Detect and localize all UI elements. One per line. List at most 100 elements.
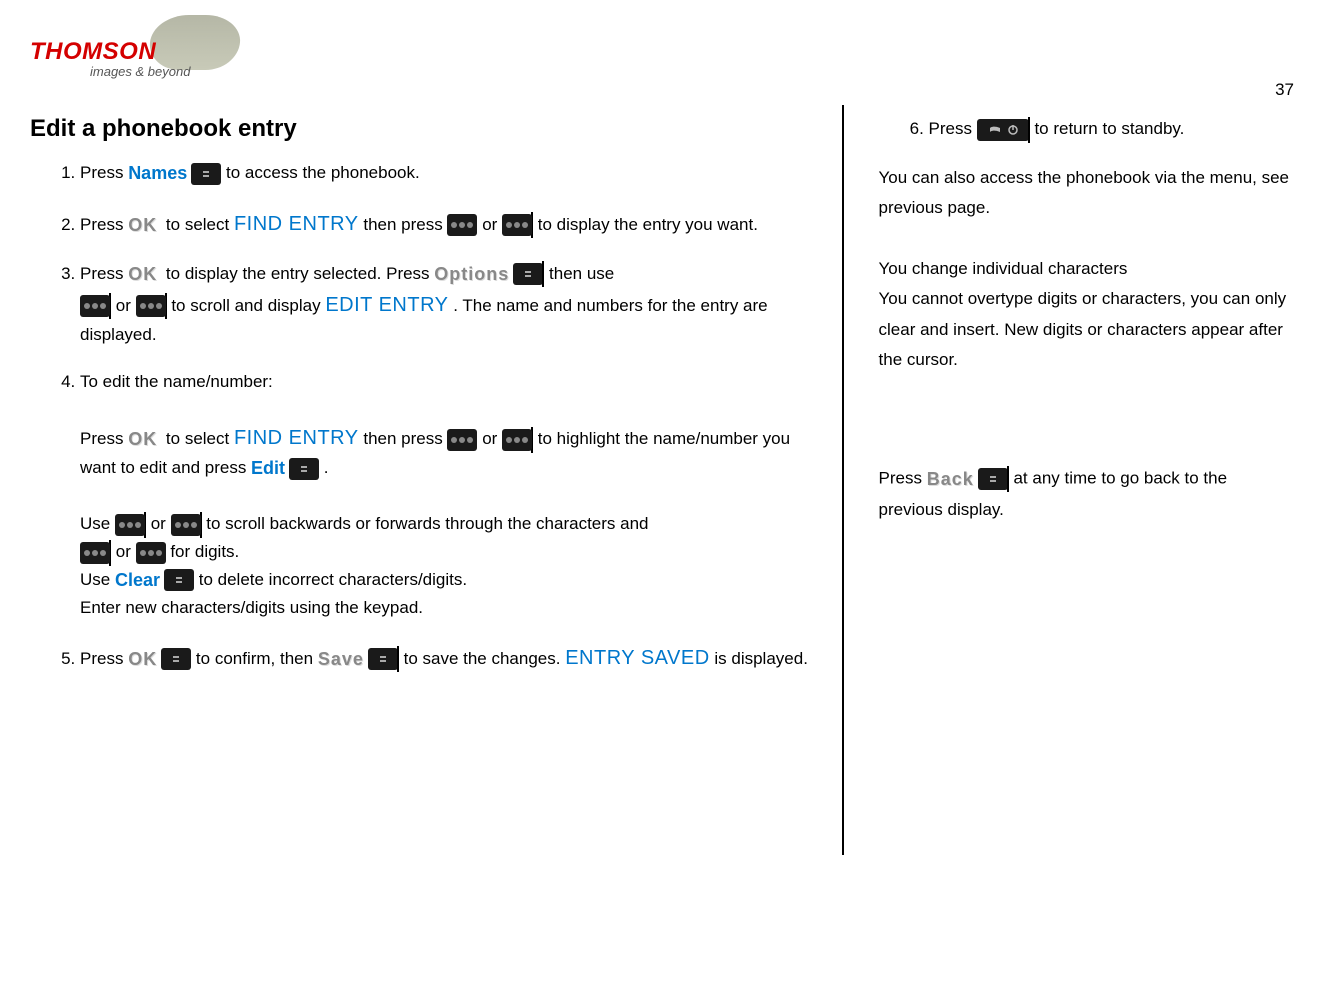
softkey-icon bbox=[191, 163, 221, 185]
down-key-icon bbox=[502, 214, 532, 236]
step-text: to select bbox=[166, 429, 234, 448]
step-text: to scroll and display bbox=[171, 296, 325, 315]
step-text: then press bbox=[363, 215, 447, 234]
step-4: To edit the name/number: Press OK to sel… bbox=[80, 368, 812, 622]
step-text: or bbox=[116, 296, 136, 315]
brand-logo: THOMSON images & beyond bbox=[30, 20, 250, 75]
step-text: Enter new characters/digits using the ke… bbox=[80, 598, 423, 617]
softkey-icon bbox=[289, 458, 319, 480]
edit-softkey: Edit bbox=[251, 454, 319, 483]
softkey-icon bbox=[161, 648, 191, 670]
main-column: Edit a phonebook entry Press Names to ac… bbox=[30, 105, 842, 855]
names-label: Names bbox=[128, 159, 191, 188]
ok-softkey: OK bbox=[128, 425, 161, 454]
side-note-line: You change individual characters bbox=[879, 259, 1128, 278]
step-text: to return to standby. bbox=[1034, 119, 1184, 138]
step-3: Press OK to display the entry selected. … bbox=[80, 260, 812, 348]
up-key-icon bbox=[80, 542, 110, 564]
key-marker bbox=[1007, 466, 1009, 492]
ok-softkey: OK bbox=[128, 260, 161, 289]
options-softkey: Options bbox=[434, 260, 543, 289]
step-text: to display the entry you want. bbox=[538, 215, 758, 234]
step-text: Press bbox=[80, 429, 128, 448]
onscreen-findentry: FIND ENTRY bbox=[234, 427, 359, 449]
down-key-icon bbox=[502, 429, 532, 451]
key-marker bbox=[542, 261, 544, 287]
step-text: for digits. bbox=[170, 542, 239, 561]
step-intro: To edit the name/number: bbox=[80, 372, 273, 391]
down-key-icon bbox=[136, 542, 166, 564]
step-text: Use bbox=[80, 570, 115, 589]
end-call-key-icon bbox=[977, 119, 1029, 141]
brand-tagline: images & beyond bbox=[90, 64, 190, 79]
step-text: or bbox=[151, 514, 171, 533]
step-text: or bbox=[482, 215, 502, 234]
step-text: or bbox=[116, 542, 136, 561]
options-label: Options bbox=[434, 260, 513, 289]
instruction-list-cont: Press to return to standby. bbox=[879, 115, 1295, 143]
step-text: Press bbox=[80, 163, 128, 182]
back-softkey: Back bbox=[927, 463, 1008, 495]
left-key-icon bbox=[115, 514, 145, 536]
side-note-2: You change individual characters You can… bbox=[879, 254, 1295, 376]
step-text: Press bbox=[80, 264, 128, 283]
ok-softkey: OK bbox=[128, 645, 191, 674]
step-5: Press OK to confirm, then Save to save t… bbox=[80, 642, 812, 674]
clear-label: Clear bbox=[115, 566, 164, 595]
step-text: then use bbox=[549, 264, 614, 283]
step-2: Press OK to select FIND ENTRY then press… bbox=[80, 208, 812, 240]
step-text: to select bbox=[166, 215, 234, 234]
edit-label: Edit bbox=[251, 454, 289, 483]
step-text: or bbox=[482, 429, 502, 448]
softkey-icon bbox=[368, 648, 398, 670]
side-note-1: You can also access the phonebook via th… bbox=[879, 163, 1295, 224]
right-key-icon bbox=[171, 514, 201, 536]
ok-label: OK bbox=[128, 425, 161, 454]
section-heading: Edit a phonebook entry bbox=[30, 115, 812, 143]
step-text: Use bbox=[80, 514, 115, 533]
onscreen-entrysaved: ENTRY SAVED bbox=[565, 647, 709, 669]
side-column: Press to return to standby. You can also… bbox=[844, 105, 1295, 855]
step-text: to save the changes. bbox=[404, 649, 566, 668]
step-text: to access the phonebook. bbox=[226, 163, 420, 182]
save-label: Save bbox=[318, 645, 368, 674]
step-text: to scroll backwards or forwards through … bbox=[206, 514, 648, 533]
ok-label: OK bbox=[128, 211, 161, 240]
side-note-3: Press Back at any time to go back to the… bbox=[879, 463, 1295, 526]
step-text: Press bbox=[929, 119, 977, 138]
key-marker bbox=[397, 646, 399, 672]
page-content: Edit a phonebook entry Press Names to ac… bbox=[30, 105, 1294, 855]
step-6: Press to return to standby. bbox=[929, 115, 1295, 143]
step-text: Press bbox=[80, 649, 128, 668]
step-text: to display the entry selected. Press bbox=[166, 264, 434, 283]
save-softkey: Save bbox=[318, 645, 398, 674]
up-key-icon bbox=[447, 214, 477, 236]
back-label: Back bbox=[927, 463, 978, 495]
onscreen-findentry: FIND ENTRY bbox=[234, 213, 359, 235]
logo-swoosh bbox=[148, 15, 243, 70]
side-note-line: You cannot overtype digits or characters… bbox=[879, 289, 1287, 369]
softkey-icon bbox=[164, 569, 194, 591]
ok-label: OK bbox=[128, 260, 161, 289]
page-number: 37 bbox=[1275, 80, 1294, 100]
key-marker bbox=[1028, 117, 1030, 143]
instruction-list: Press Names to access the phonebook. Pre… bbox=[30, 159, 812, 674]
ok-softkey: OK bbox=[128, 211, 161, 240]
clear-softkey: Clear bbox=[115, 566, 194, 595]
step-text: . bbox=[324, 458, 329, 477]
step-text: to confirm, then bbox=[196, 649, 318, 668]
step-text: then press bbox=[363, 429, 447, 448]
step-text: to delete incorrect characters/digits. bbox=[199, 570, 467, 589]
softkey-icon bbox=[513, 263, 543, 285]
up-key-icon bbox=[447, 429, 477, 451]
softkey-icon bbox=[978, 468, 1008, 490]
step-1: Press Names to access the phonebook. bbox=[80, 159, 812, 188]
ok-label: OK bbox=[128, 645, 161, 674]
step-text: Press bbox=[879, 469, 927, 488]
brand-name: THOMSON bbox=[30, 38, 156, 66]
names-softkey: Names bbox=[128, 159, 221, 188]
step-text: Press bbox=[80, 215, 128, 234]
down-key-icon bbox=[136, 295, 166, 317]
onscreen-editentry: EDIT ENTRY bbox=[325, 294, 448, 316]
up-key-icon bbox=[80, 295, 110, 317]
